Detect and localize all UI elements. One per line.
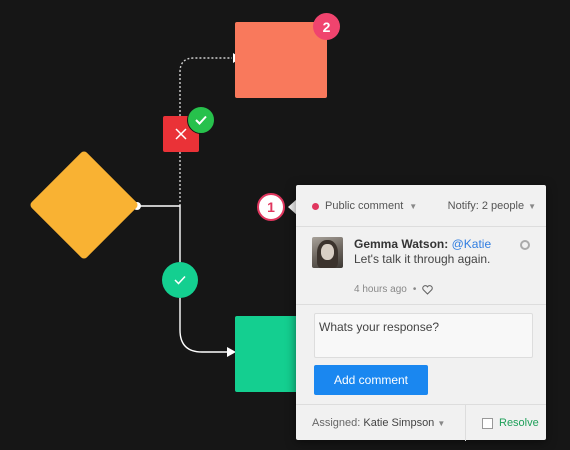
avatar	[312, 237, 343, 268]
status-dot	[312, 202, 319, 210]
chevron-down-icon: ▼	[528, 201, 536, 211]
footer-divider	[465, 405, 466, 441]
comment-panel: Public comment ▼ Notify: 2 people ▼ Gemm…	[296, 185, 546, 441]
comment-author: Gemma Watson:	[354, 237, 449, 251]
comment-text: Gemma Watson: @Katie Let's talk it throu…	[354, 237, 514, 267]
comment-marker-badge[interactable]: 1	[257, 193, 285, 221]
orange-step-node[interactable]	[235, 22, 327, 98]
approve-node[interactable]	[162, 262, 198, 298]
approved-check-badge	[187, 106, 215, 134]
chevron-down-icon: ▼	[409, 201, 418, 211]
resolve-checkbox[interactable]	[482, 417, 493, 429]
notify-label: Notify: 2 people	[447, 200, 525, 212]
reply-input[interactable]: Whats your response?	[314, 313, 533, 358]
visibility-label: Public comment	[325, 200, 404, 212]
comment-body: Let's talk it through again.	[354, 252, 491, 266]
meta-separator: •	[412, 284, 417, 295]
comment-count-badge[interactable]: 2	[313, 13, 340, 40]
close-icon	[175, 128, 187, 140]
gear-icon[interactable]	[520, 240, 530, 250]
comment-time: 4 hours ago	[354, 284, 407, 295]
heart-icon[interactable]	[422, 284, 434, 295]
chevron-down-icon: ▼	[437, 419, 446, 428]
visibility-dropdown[interactable]: Public comment ▼	[312, 200, 417, 212]
assignee-name: Katie Simpson	[363, 417, 435, 429]
add-comment-button[interactable]: Add comment	[314, 365, 428, 395]
notify-dropdown[interactable]: Notify: 2 people ▼	[448, 200, 536, 212]
resolve-toggle[interactable]: Resolve	[482, 417, 539, 429]
check-icon	[174, 275, 186, 285]
check-icon	[195, 115, 207, 125]
comment-meta: 4 hours ago •	[354, 284, 434, 295]
resolve-label: Resolve	[499, 417, 539, 429]
mention-link[interactable]: @Katie	[452, 237, 492, 251]
green-step-node[interactable]	[235, 316, 301, 392]
panel-footer: Assigned: Katie Simpson ▼ Resolve	[296, 404, 546, 441]
panel-header: Public comment ▼ Notify: 2 people ▼	[296, 185, 546, 227]
assignee-dropdown[interactable]: Assigned: Katie Simpson ▼	[312, 417, 445, 429]
divider	[296, 304, 546, 305]
assigned-label: Assigned:	[312, 417, 361, 429]
